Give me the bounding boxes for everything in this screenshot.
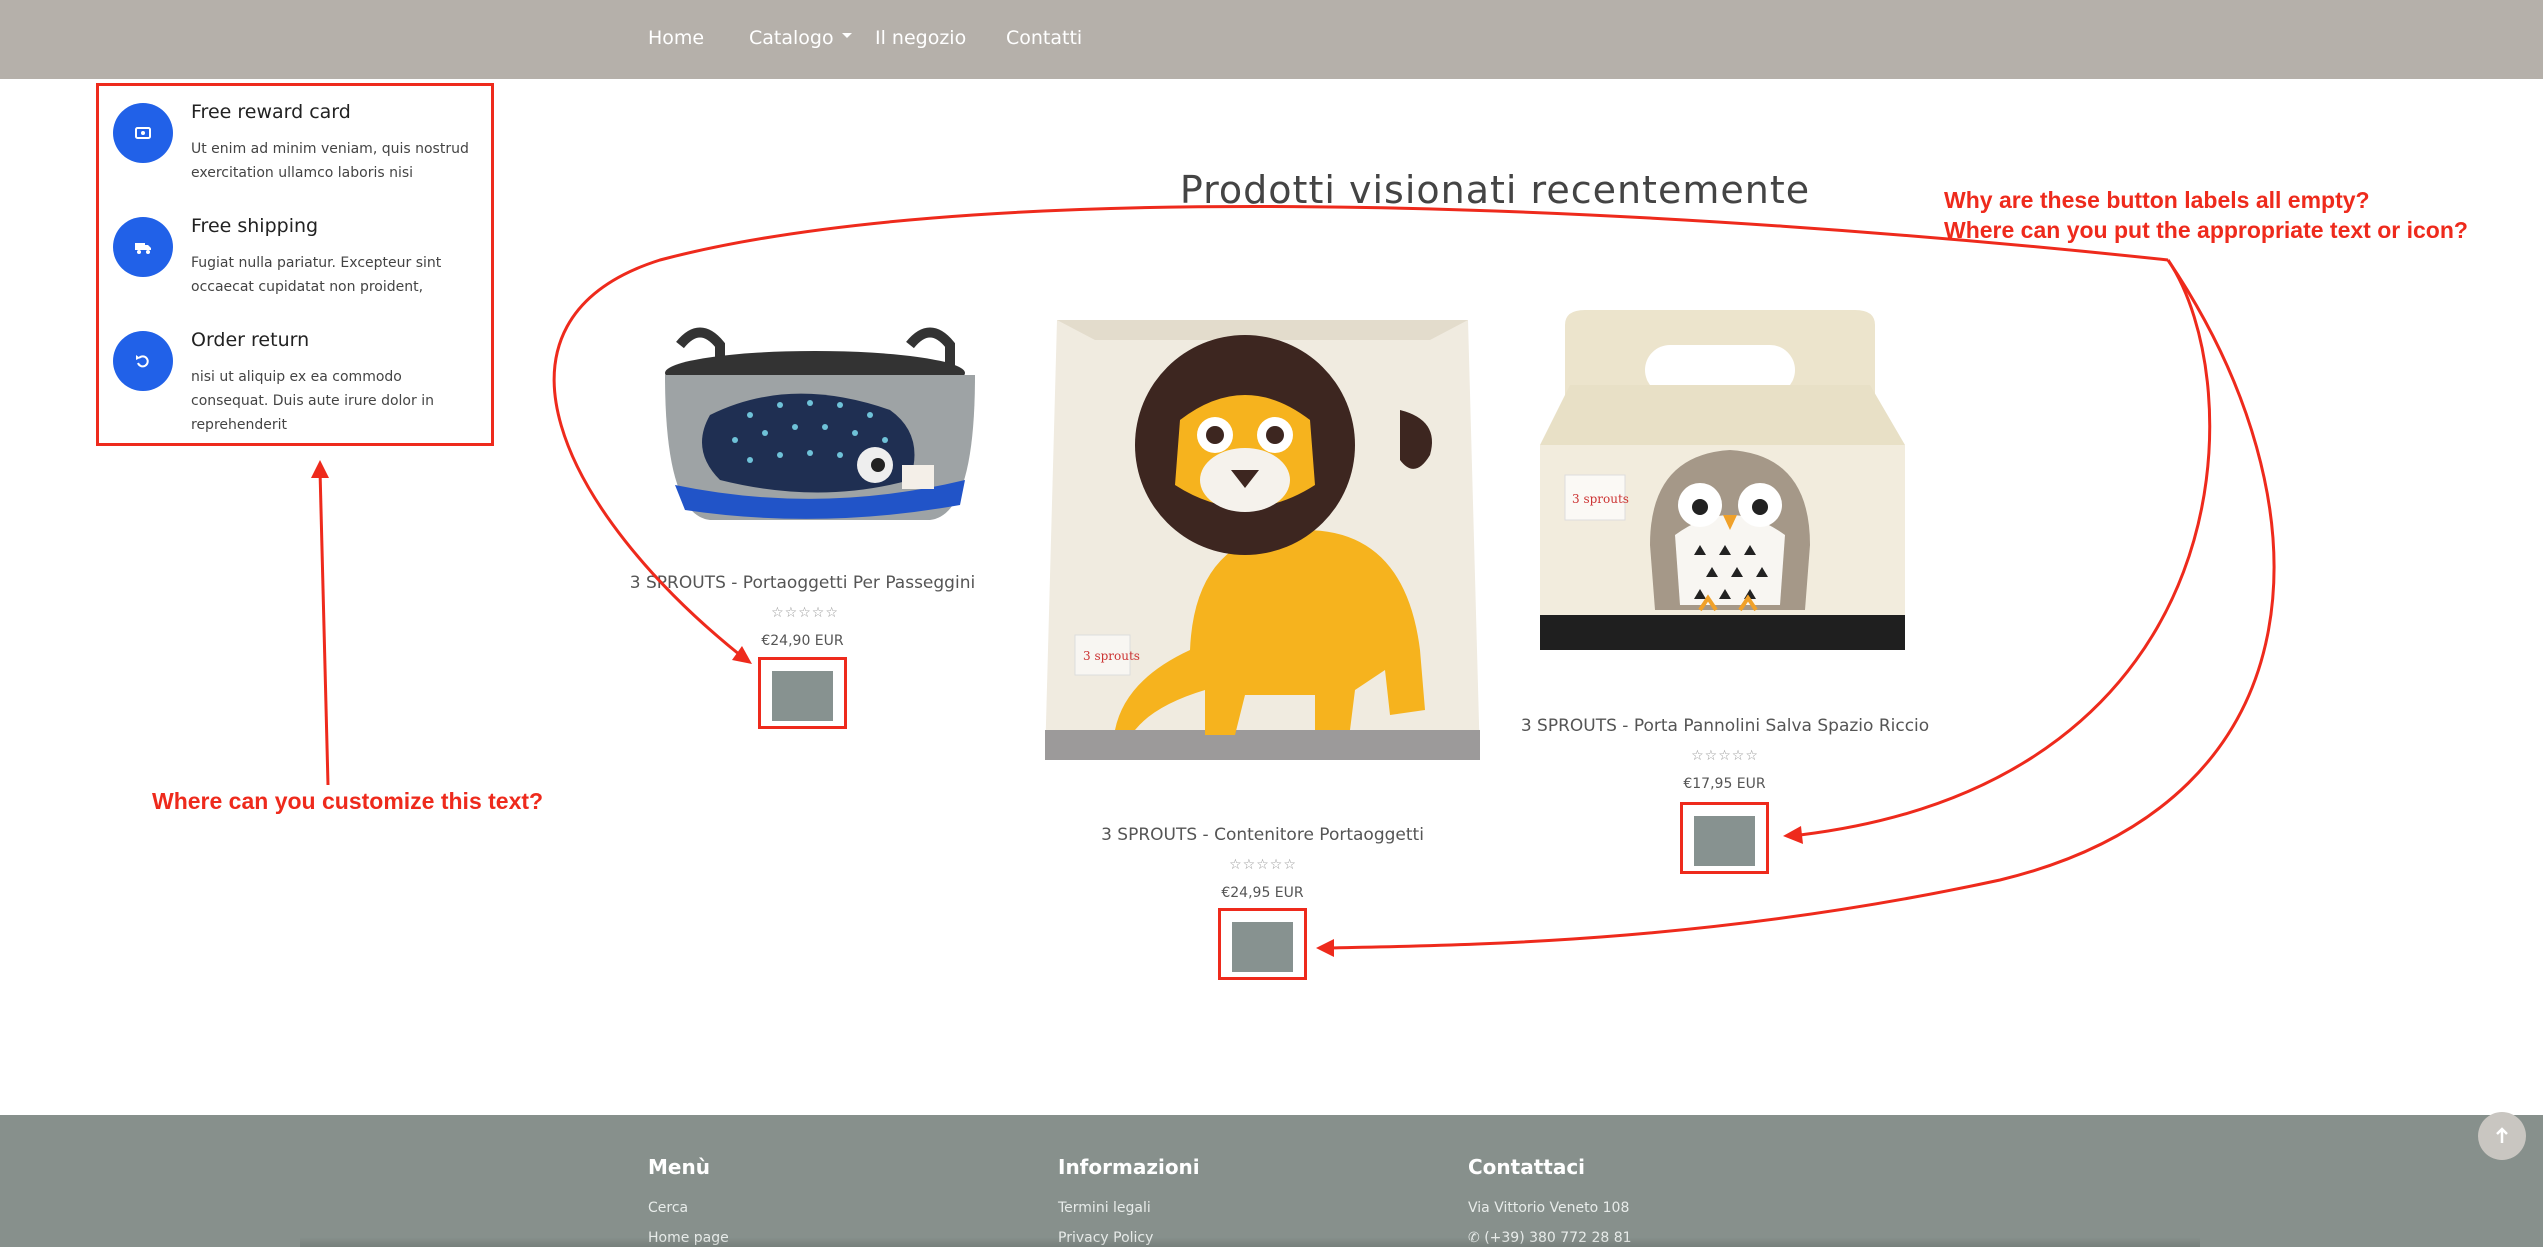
feature-title: Free shipping: [191, 215, 319, 237]
svg-text:3 sprouts: 3 sprouts: [1572, 492, 1629, 506]
rating-stars: ☆☆☆☆☆: [771, 605, 839, 621]
recently-viewed-title: Prodotti visionati recentemente: [1179, 168, 1811, 212]
annotation-empty-buttons: Why are these button labels all empty? W…: [1944, 185, 2468, 245]
add-to-cart-highlight: [1218, 908, 1307, 980]
product-name[interactable]: 3 SPROUTS - Portaoggetti Per Passeggini: [610, 573, 995, 593]
nav-home[interactable]: Home: [648, 27, 704, 49]
footer-shadow: [300, 1237, 2200, 1247]
footer-heading-informazioni: Informazioni: [1058, 1155, 1200, 1179]
annotation-line: Why are these button labels all empty?: [1944, 187, 2370, 213]
product-image-storage-cube[interactable]: 3 sprouts: [1045, 310, 1480, 765]
footer-link-termini-legali[interactable]: Termini legali: [1058, 1200, 1151, 1216]
feature-title: Free reward card: [191, 101, 351, 123]
product-name[interactable]: 3 SPROUTS - Porta Pannolini Salva Spazio…: [1510, 716, 1940, 736]
feature-description: Ut enim ad minim veniam, quis nostrud ex…: [191, 141, 469, 181]
footer-heading-menu: Menù: [648, 1155, 710, 1179]
top-navbar: Home Catalogo Il negozio Contatti: [0, 0, 2543, 79]
footer-address: Via Vittorio Veneto 108: [1468, 1200, 1630, 1216]
nav-catalogo[interactable]: Catalogo: [749, 27, 834, 49]
undo-icon: [113, 331, 173, 391]
footer-link-cerca[interactable]: Cerca: [648, 1200, 688, 1216]
arrow-up-icon: [2496, 1127, 2508, 1143]
product-price: €24,95 EUR: [1221, 885, 1304, 901]
add-to-cart-highlight: [758, 657, 847, 729]
feature-title: Order return: [191, 329, 310, 351]
product-image-diaper-caddy[interactable]: 3 sprouts: [1540, 305, 1910, 655]
truck-icon: [113, 217, 173, 277]
product-price: €24,90 EUR: [761, 633, 844, 649]
annotation-line: Where can you put the appropriate text o…: [1944, 217, 2468, 243]
product-name[interactable]: 3 SPROUTS - Contenitore Portaoggetti: [1070, 825, 1455, 845]
scroll-to-top-button[interactable]: [2478, 1112, 2526, 1160]
rating-stars: ☆☆☆☆☆: [1229, 857, 1297, 873]
rating-stars: ☆☆☆☆☆: [1691, 748, 1759, 764]
footer: Menù Cerca Home page Informazioni Termin…: [0, 1115, 2543, 1247]
annotation-customize-text: Where can you customize this text?: [152, 788, 544, 814]
features-box: Free reward card Ut enim ad minim veniam…: [96, 83, 494, 446]
chevron-down-icon[interactable]: [842, 33, 852, 38]
feature-description: Fugiat nulla pariatur. Excepteur sint oc…: [191, 255, 442, 295]
card-icon: [113, 103, 173, 163]
add-to-cart-highlight: [1680, 802, 1769, 874]
add-to-cart-button[interactable]: [1232, 922, 1293, 972]
nav-il-negozio[interactable]: Il negozio: [875, 27, 966, 49]
add-to-cart-button[interactable]: [1694, 816, 1755, 866]
nav-contatti[interactable]: Contatti: [1006, 27, 1082, 49]
add-to-cart-button[interactable]: [772, 671, 833, 721]
product-image-stroller-organizer[interactable]: [640, 315, 1020, 555]
feature-description: nisi ut aliquip ex ea commodo consequat.…: [191, 369, 434, 433]
svg-text:3 sprouts: 3 sprouts: [1083, 649, 1140, 663]
product-price: €17,95 EUR: [1683, 776, 1766, 792]
footer-heading-contattaci: Contattaci: [1468, 1155, 1586, 1179]
